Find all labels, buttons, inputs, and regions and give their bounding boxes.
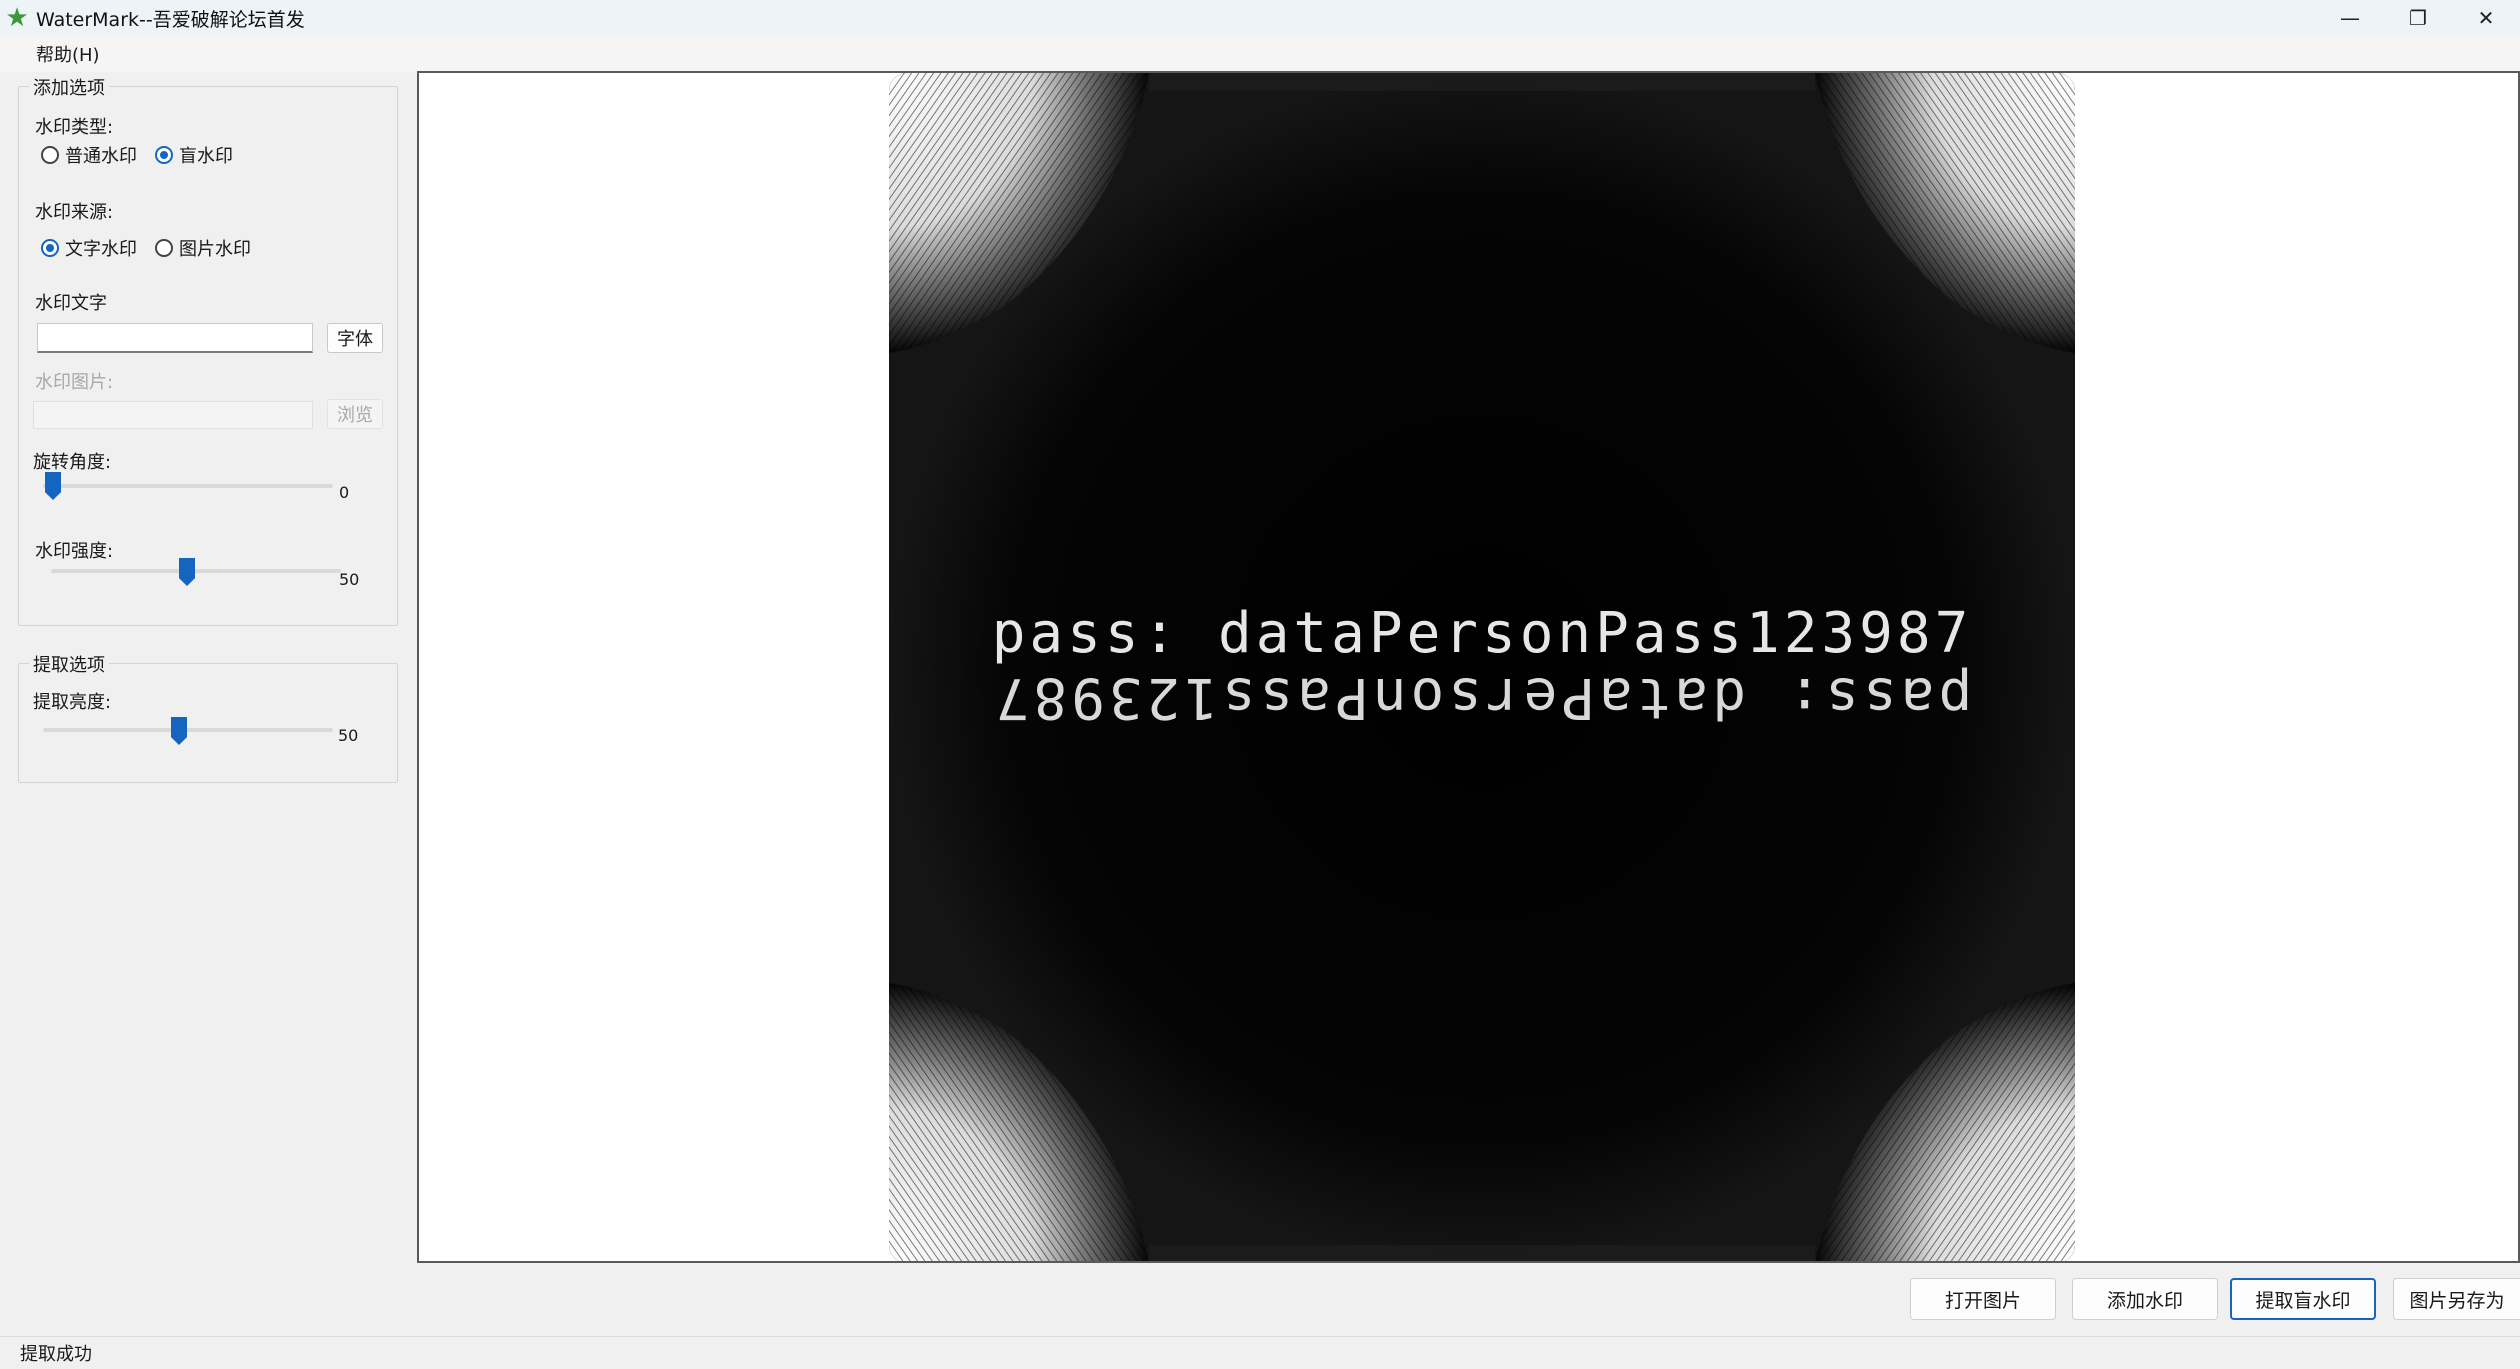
brightness-value: 50 (338, 726, 359, 745)
add-watermark-button[interactable]: 添加水印 (2072, 1278, 2218, 1320)
watermark-type-label: 水印类型: (35, 117, 114, 138)
browse-button: 浏览 (327, 399, 383, 429)
font-button[interactable]: 字体 (327, 323, 383, 353)
rotation-value: 0 (339, 483, 350, 502)
window-title: WaterMark--吾爱破解论坛首发 (36, 8, 305, 31)
watermark-text-line: pass: dataPersonPass123987 (991, 601, 1973, 666)
window-controls: — ❐ ✕ (2316, 0, 2520, 36)
menu-help[interactable]: 帮助(H) (36, 41, 100, 67)
rotation-slider-track[interactable] (43, 484, 333, 488)
strength-value: 50 (339, 570, 360, 589)
brightness-slider-track[interactable] (43, 728, 333, 732)
strength-label: 水印强度: (35, 541, 114, 562)
image-display-panel: pass: dataPersonPass123987 pass: dataPer… (417, 71, 2520, 1263)
radio-label: 图片水印 (179, 239, 251, 260)
strength-slider-track[interactable] (51, 569, 341, 573)
radio-image-watermark[interactable]: 图片水印 (155, 235, 251, 261)
minimize-icon[interactable]: — (2316, 0, 2384, 36)
watermark-text-line-mirrored: pass: dataPersonPass123987 (991, 665, 1973, 730)
watermark-text-label: 水印文字 (35, 293, 107, 314)
radio-label: 文字水印 (65, 239, 137, 260)
strength-slider-thumb[interactable] (179, 558, 195, 586)
rotation-label: 旋转角度: (33, 452, 112, 473)
brightness-label: 提取亮度: (33, 692, 112, 713)
add-options-group: 添加选项 水印类型: 普通水印 盲水印 水印来源: 文字水印 图片水印 水印文字… (18, 74, 398, 626)
save-image-as-button[interactable]: 图片另存为 (2393, 1278, 2520, 1320)
status-bar: 提取成功 (0, 1336, 2520, 1369)
radio-circle (41, 239, 59, 257)
watermark-image-input (33, 401, 313, 429)
radio-circle (155, 239, 173, 257)
extract-options-group: 提取选项 提取亮度: 50 (18, 651, 398, 783)
title-bar: ★ WaterMark--吾爱破解论坛首发 — ❐ ✕ (0, 0, 2520, 36)
radio-text-watermark[interactable]: 文字水印 (41, 235, 137, 261)
radio-label: 盲水印 (179, 146, 233, 167)
extract-blind-watermark-button[interactable]: 提取盲水印 (2230, 1278, 2376, 1320)
close-icon[interactable]: ✕ (2452, 0, 2520, 36)
open-image-button[interactable]: 打开图片 (1910, 1278, 2056, 1320)
watermark-image-label: 水印图片: (35, 372, 114, 393)
radio-label: 普通水印 (65, 146, 137, 167)
restore-icon[interactable]: ❐ (2384, 0, 2452, 36)
rotation-slider-thumb[interactable] (45, 472, 61, 500)
radio-circle (41, 146, 59, 164)
radio-circle (155, 146, 173, 164)
status-text: 提取成功 (20, 1344, 92, 1365)
radio-normal-watermark[interactable]: 普通水印 (41, 142, 137, 168)
extract-options-title: 提取选项 (29, 651, 109, 677)
add-options-title: 添加选项 (29, 74, 109, 100)
brightness-slider-thumb[interactable] (171, 717, 187, 745)
menu-bar: 帮助(H) (0, 36, 2520, 72)
radio-blind-watermark[interactable]: 盲水印 (155, 142, 233, 168)
watermark-source-label: 水印来源: (35, 202, 114, 223)
watermark-text-input[interactable] (37, 323, 313, 353)
star-icon: ★ (5, 3, 29, 33)
